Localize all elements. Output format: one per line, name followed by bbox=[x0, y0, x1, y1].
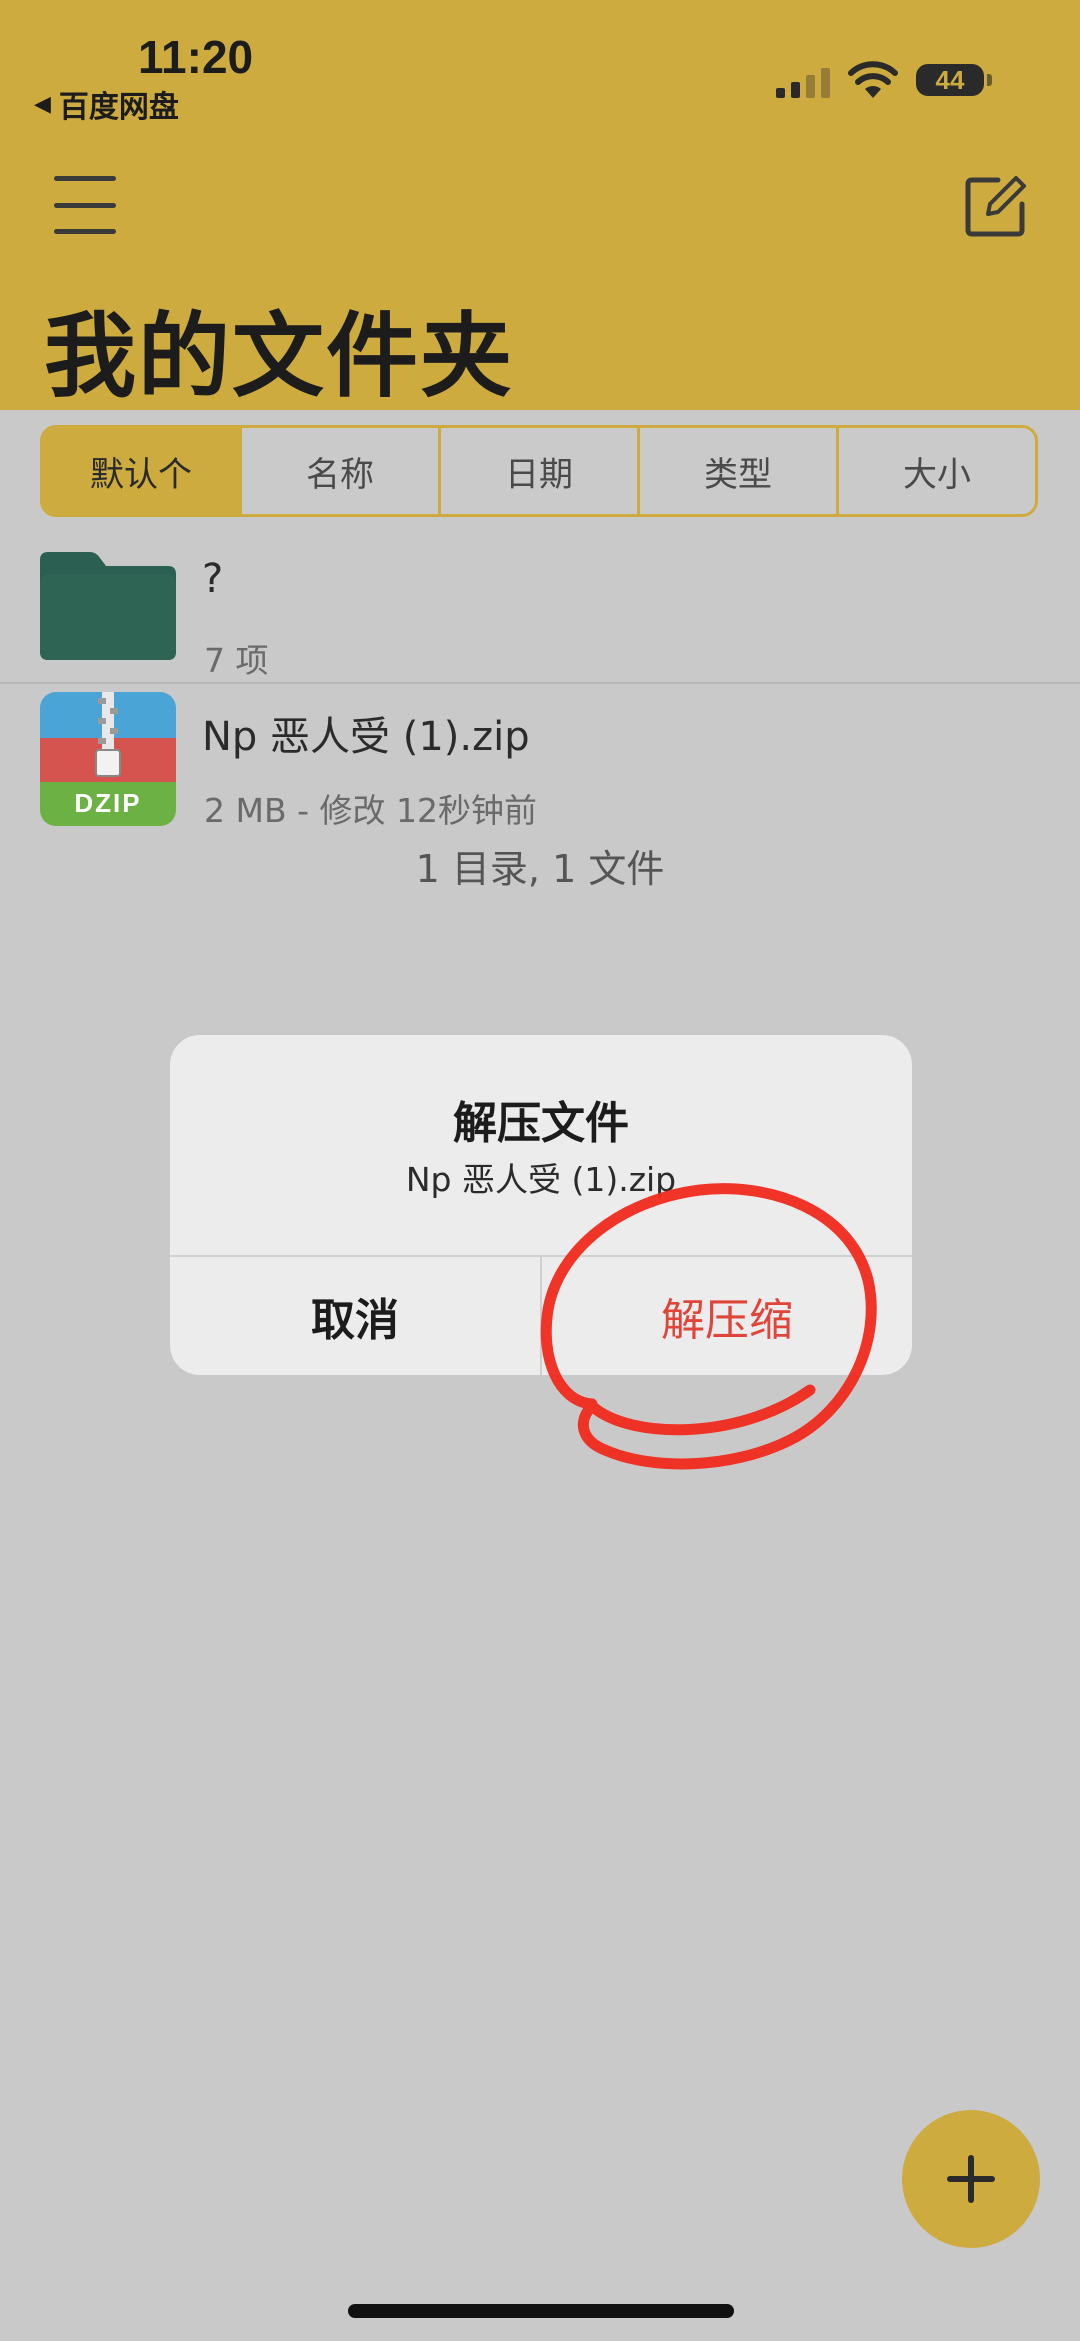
sort-option-type[interactable]: 类型 bbox=[640, 428, 839, 514]
file-name: Np 恶人受 (1).zip bbox=[202, 714, 530, 760]
file-subtitle: 7 项 bbox=[204, 641, 269, 680]
extract-dialog: 解压文件 Np 恶人受 (1).zip 取消 解压缩 bbox=[170, 1035, 912, 1375]
back-triangle-icon: ◀ bbox=[34, 91, 51, 117]
battery-indicator: 44 bbox=[916, 64, 992, 96]
list-summary: 1 目录, 1 文件 bbox=[415, 847, 665, 891]
compose-icon[interactable] bbox=[962, 174, 1028, 240]
back-app-label: 百度网盘 bbox=[58, 90, 179, 125]
home-indicator bbox=[348, 2304, 734, 2318]
file-list-item-zip[interactable]: DZIP Np 恶人受 (1).zip 2 MB - 修改 12秒钟前 bbox=[0, 684, 1080, 834]
sort-option-size[interactable]: 大小 bbox=[839, 428, 1035, 514]
back-to-app-link[interactable]: ◀ 百度网盘 bbox=[34, 82, 179, 126]
cancel-button[interactable]: 取消 bbox=[170, 1257, 540, 1375]
zip-icon-label: DZIP bbox=[74, 788, 142, 818]
sort-option-date[interactable]: 日期 bbox=[441, 428, 640, 514]
sort-segmented-control: 默认个 名称 日期 类型 大小 bbox=[40, 425, 1038, 517]
menu-line bbox=[54, 229, 116, 234]
menu-line bbox=[54, 202, 116, 208]
dialog-message: Np 恶人受 (1).zip bbox=[405, 1160, 677, 1199]
add-button[interactable] bbox=[902, 2110, 1040, 2248]
plus-icon bbox=[947, 2155, 995, 2203]
file-subtitle: 2 MB - 修改 12秒钟前 bbox=[204, 791, 537, 830]
status-time: 11:20 bbox=[138, 31, 254, 83]
file-list-item-folder[interactable]: ? 7 项 bbox=[0, 538, 1080, 684]
header-bar: 11:20 ◀ 百度网盘 44 我的文件夹 bbox=[0, 0, 1080, 410]
dialog-title: 解压文件 bbox=[453, 1098, 629, 1149]
page-title: 我的文件夹 bbox=[44, 303, 515, 410]
menu-line bbox=[54, 176, 116, 181]
sort-option-default[interactable]: 默认个 bbox=[43, 428, 242, 514]
menu-button[interactable] bbox=[54, 176, 116, 234]
wifi-icon bbox=[848, 61, 898, 98]
extract-button[interactable]: 解压缩 bbox=[542, 1257, 912, 1375]
sort-option-name[interactable]: 名称 bbox=[242, 428, 441, 514]
folder-icon bbox=[40, 552, 176, 660]
cellular-signal-icon bbox=[776, 68, 830, 98]
file-name: ? bbox=[202, 556, 224, 602]
